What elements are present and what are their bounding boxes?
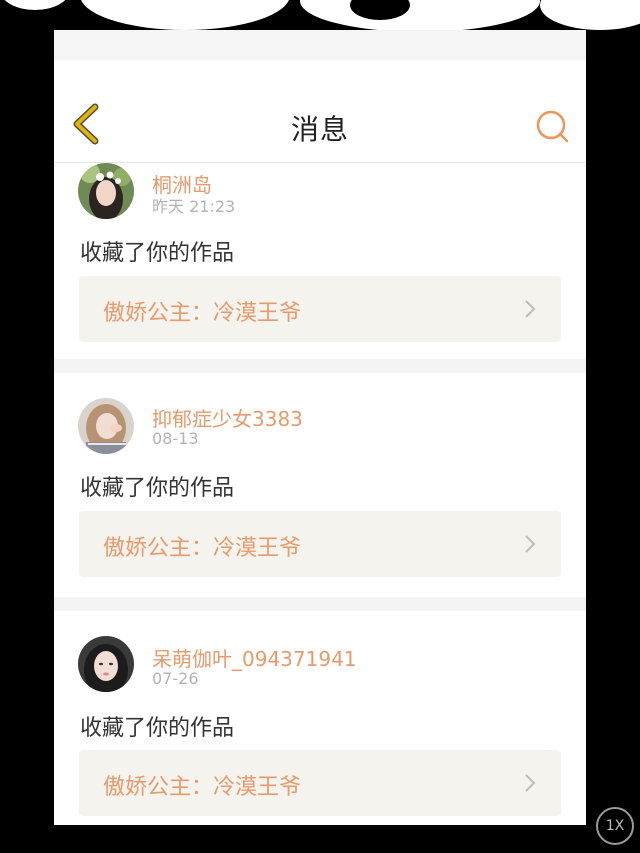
page-title: 消息: [290, 113, 349, 146]
nav-bar: 消息: [54, 60, 586, 163]
message-item: 抑郁症少女3383 08-13 收藏了你的作品 傲娇公主：冷漠王爷: [54, 373, 586, 597]
work-link[interactable]: 傲娇公主：冷漠王爷: [79, 276, 561, 342]
action-text: 收藏了你的作品: [80, 476, 235, 501]
work-link[interactable]: 傲娇公主：冷漠王爷: [79, 511, 561, 577]
avatar[interactable]: [78, 163, 134, 219]
work-link[interactable]: 傲娇公主：冷漠王爷: [79, 750, 561, 816]
action-text: 收藏了你的作品: [80, 716, 235, 741]
torn-edge: [300, 0, 540, 32]
avatar-image: [78, 398, 134, 454]
status-bar: [54, 30, 586, 60]
app-window: 消息 桐洲岛 昨天 21:23 收藏了你的作品 傲娇公主：冷漠王爷 抑郁症少女3…: [54, 30, 586, 825]
work-title: 傲娇公主：冷漠王爷: [103, 536, 302, 561]
avatar-image: [78, 163, 134, 219]
search-button[interactable]: [532, 106, 572, 146]
timestamp: 昨天 21:23: [152, 197, 236, 216]
screen: 消息 桐洲岛 昨天 21:23 收藏了你的作品 傲娇公主：冷漠王爷 抑郁症少女3…: [0, 0, 640, 853]
action-text: 收藏了你的作品: [80, 241, 235, 266]
message-item: 桐洲岛 昨天 21:23 收藏了你的作品 傲娇公主：冷漠王爷: [54, 163, 586, 359]
message-list: 桐洲岛 昨天 21:23 收藏了你的作品 傲娇公主：冷漠王爷 抑郁症少女3383…: [54, 163, 586, 825]
message-item: 呆萌伽叶_094371941 07-26 收藏了你的作品 傲娇公主：冷漠王爷: [54, 611, 586, 825]
divider: [54, 597, 586, 611]
work-title: 傲娇公主：冷漠王爷: [103, 775, 302, 800]
username[interactable]: 呆萌伽叶_094371941: [152, 643, 357, 672]
avatar[interactable]: [78, 398, 134, 454]
divider: [54, 359, 586, 373]
avatar-image: [78, 636, 134, 692]
torn-edge: [80, 0, 290, 30]
timestamp: 08-13: [152, 429, 199, 448]
chevron-right-icon: [525, 300, 536, 318]
search-icon: [536, 110, 569, 143]
username[interactable]: 抑郁症少女3383: [152, 403, 303, 432]
torn-edge: [540, 0, 640, 30]
chevron-right-icon: [525, 774, 536, 792]
chevron-right-icon: [525, 535, 536, 553]
torn-edge: [0, 0, 70, 10]
playback-speed-button[interactable]: 1X: [596, 807, 634, 845]
work-title: 傲娇公主：冷漠王爷: [103, 301, 302, 326]
avatar[interactable]: [78, 636, 134, 692]
timestamp: 07-26: [152, 669, 199, 688]
